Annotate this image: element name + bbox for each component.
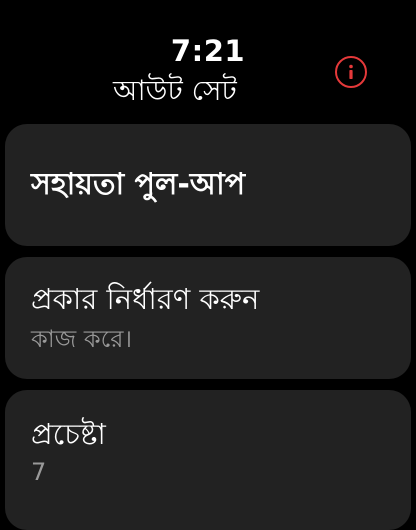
attempts-label: প্রচেষ্টা bbox=[31, 417, 106, 451]
assisted-pullup-label: সহায়তা পুল-আপ bbox=[31, 167, 246, 202]
info-button[interactable] bbox=[335, 56, 367, 88]
set-type-label: প্রকার নির্ধারণ করুন bbox=[31, 282, 260, 316]
assisted-pullup-button[interactable]: সহায়তা পুল-আপ bbox=[5, 124, 411, 246]
page-title: আউট সেট bbox=[113, 74, 237, 107]
info-icon bbox=[349, 64, 353, 79]
set-type-row[interactable]: প্রকার নির্ধারণ করুন কাজ করে। bbox=[5, 257, 411, 379]
attempts-value: 7 bbox=[31, 458, 47, 486]
set-type-value: কাজ করে। bbox=[31, 325, 133, 353]
attempts-row[interactable]: প্রচেষ্টা 7 bbox=[5, 390, 411, 530]
